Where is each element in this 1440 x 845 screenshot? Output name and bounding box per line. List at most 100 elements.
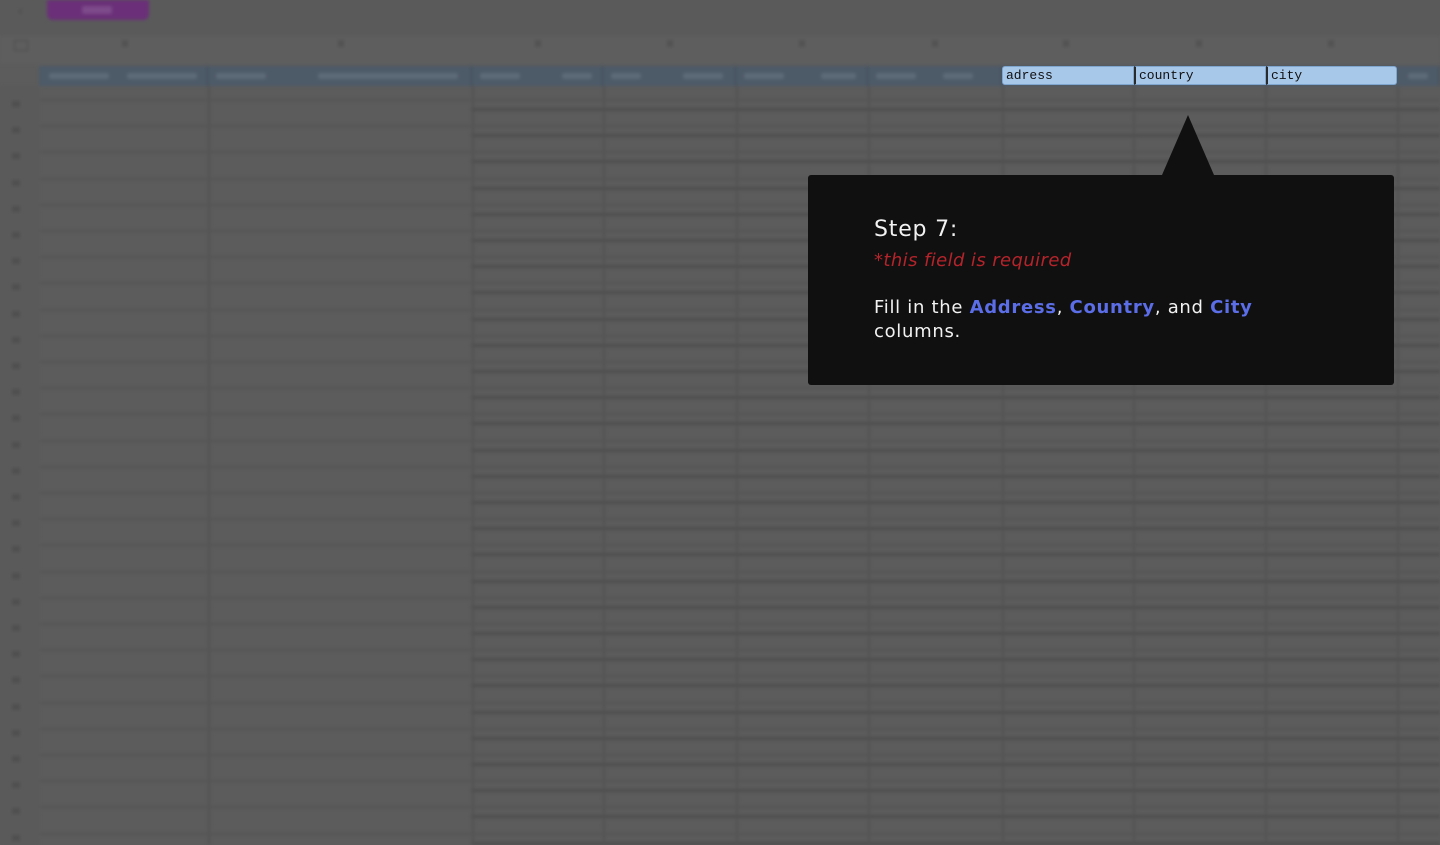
row-gridline [39, 596, 1440, 599]
row-gridline [39, 544, 1440, 547]
row-number[interactable] [12, 703, 20, 710]
header-cell[interactable] [868, 66, 1002, 86]
row-number[interactable] [12, 205, 20, 212]
row-number[interactable] [12, 441, 20, 448]
tooltip-pointer [1162, 115, 1214, 175]
row-gridline [471, 763, 1440, 766]
row-number[interactable] [12, 310, 20, 317]
row-gridline [39, 492, 1440, 494]
tutorial-tooltip: Step 7: *this field is required Fill in … [808, 115, 1394, 385]
row-gridline [39, 623, 1440, 625]
row-number[interactable] [12, 834, 20, 841]
toolbar: ‹ [0, 0, 1440, 36]
row-gridline [39, 439, 1440, 442]
column-letter[interactable] [122, 40, 128, 47]
row-number[interactable] [12, 520, 20, 527]
row-gridline [471, 736, 1440, 740]
row-gridline [39, 780, 1440, 783]
row-number[interactable] [12, 179, 20, 186]
instruction-outro: columns. [874, 321, 961, 342]
row-gridline [39, 570, 1440, 573]
column-letter[interactable] [799, 40, 805, 47]
column-gridline [736, 86, 738, 845]
column-letter[interactable] [932, 40, 938, 47]
step-title: Step 7: [874, 217, 959, 242]
header-cell-country[interactable]: country [1134, 66, 1266, 85]
row-gridline [39, 125, 1440, 128]
row-number[interactable] [12, 756, 20, 762]
instruction-intro: Fill in the [874, 297, 970, 318]
column-letter[interactable] [1328, 40, 1334, 47]
row-number[interactable] [12, 389, 20, 396]
toolbar-button-label [82, 6, 112, 14]
column-gridline [472, 86, 474, 845]
column-letter[interactable] [1063, 40, 1069, 47]
row-number[interactable] [12, 232, 20, 238]
row-gridline [39, 806, 1440, 809]
row-gridline [39, 754, 1440, 756]
row-gridline [39, 151, 1440, 154]
column-letter[interactable] [1196, 40, 1202, 47]
row-gridline [39, 518, 1440, 521]
column-letter[interactable] [667, 40, 673, 47]
row-gridline [471, 501, 1440, 504]
column-gridline [1397, 86, 1399, 845]
row-gridline [39, 675, 1440, 678]
row-number[interactable] [12, 546, 20, 553]
term-country: Country [1069, 297, 1155, 318]
toolbar-button[interactable] [47, 0, 149, 20]
row-gridline [471, 134, 1440, 138]
row-gridline [39, 99, 1440, 101]
row-number[interactable] [12, 415, 20, 422]
row-gridline [471, 422, 1440, 426]
column-letter[interactable] [338, 40, 344, 47]
header-cell[interactable] [1398, 66, 1440, 86]
chevron-icon: ‹ [18, 4, 23, 18]
row-number[interactable] [12, 808, 20, 815]
instruction-separator: , [1056, 297, 1070, 318]
row-gridline [39, 465, 1440, 468]
row-gridline [39, 387, 1440, 390]
row-number[interactable] [12, 782, 20, 789]
row-gridline [471, 160, 1440, 164]
row-number[interactable] [12, 651, 20, 658]
select-all-corner[interactable] [14, 40, 28, 51]
row-number[interactable] [12, 101, 20, 107]
row-number[interactable] [12, 127, 20, 134]
term-address: Address [969, 297, 1057, 318]
header-cell-adress[interactable]: adress [1002, 66, 1134, 85]
column-letter[interactable] [535, 40, 541, 47]
row-number[interactable] [12, 363, 20, 369]
row-gridline [39, 727, 1440, 730]
header-cell-city[interactable]: city [1266, 66, 1397, 85]
row-gridline [471, 474, 1440, 478]
required-note: *this field is required [874, 250, 1072, 271]
row-number[interactable] [12, 284, 20, 291]
row-number[interactable] [12, 467, 20, 474]
row-gridline [471, 396, 1440, 400]
row-gridline [39, 649, 1440, 652]
row-gridline [471, 579, 1440, 583]
row-number[interactable] [12, 494, 20, 500]
row-number[interactable] [12, 258, 20, 265]
column-gridline [603, 86, 605, 845]
row-number[interactable] [12, 625, 20, 631]
row-number[interactable] [12, 729, 20, 736]
row-gridline [471, 605, 1440, 609]
header-cell[interactable] [208, 66, 472, 86]
step-instructions: Fill in the Address, Country, and City co… [874, 296, 1294, 344]
column-header-bar [0, 36, 1440, 64]
row-gridline [471, 841, 1440, 845]
header-cell[interactable] [472, 66, 603, 86]
header-cell[interactable] [736, 66, 868, 86]
row-gridline [471, 448, 1440, 452]
row-number[interactable] [12, 336, 20, 343]
header-cell[interactable] [603, 66, 736, 86]
row-number[interactable] [12, 572, 20, 579]
row-gridline [39, 413, 1440, 416]
header-cell[interactable] [39, 66, 208, 86]
row-number[interactable] [12, 153, 20, 160]
row-number[interactable] [12, 677, 20, 684]
row-number[interactable] [12, 598, 20, 605]
row-gridline [471, 789, 1440, 793]
